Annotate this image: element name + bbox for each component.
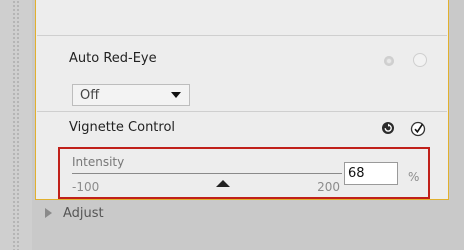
radio-ring-icon[interactable] xyxy=(413,53,427,67)
intensity-slider-thumb[interactable] xyxy=(216,180,231,187)
slider-min-label: -100 xyxy=(72,180,100,194)
intensity-value-input[interactable] xyxy=(344,162,398,185)
dropdown-arrow-icon xyxy=(171,92,181,98)
intensity-control-highlight: Intensity -100 200 % xyxy=(58,147,430,199)
intensity-unit: % xyxy=(408,170,420,184)
check-icon[interactable] xyxy=(410,121,426,137)
divider xyxy=(37,35,447,36)
red-eye-mode-select[interactable]: Off xyxy=(72,84,190,106)
auto-red-eye-label: Auto Red-Eye xyxy=(69,51,157,66)
divider xyxy=(37,111,447,112)
vignette-control-label: Vignette Control xyxy=(69,120,176,135)
grip-dots xyxy=(12,0,20,250)
adjust-section-header[interactable]: Adjust xyxy=(35,200,464,228)
slider-max-label: 200 xyxy=(317,180,340,194)
reset-icon[interactable] xyxy=(381,121,395,135)
intensity-slider-track[interactable] xyxy=(72,173,342,174)
red-eye-mode-value: Off xyxy=(80,88,100,103)
intensity-label: Intensity xyxy=(72,155,125,169)
adjust-label: Adjust xyxy=(63,206,104,221)
expand-triangle-icon[interactable] xyxy=(45,208,52,218)
dot-icon[interactable] xyxy=(384,56,394,66)
left-side-strip xyxy=(0,0,32,250)
